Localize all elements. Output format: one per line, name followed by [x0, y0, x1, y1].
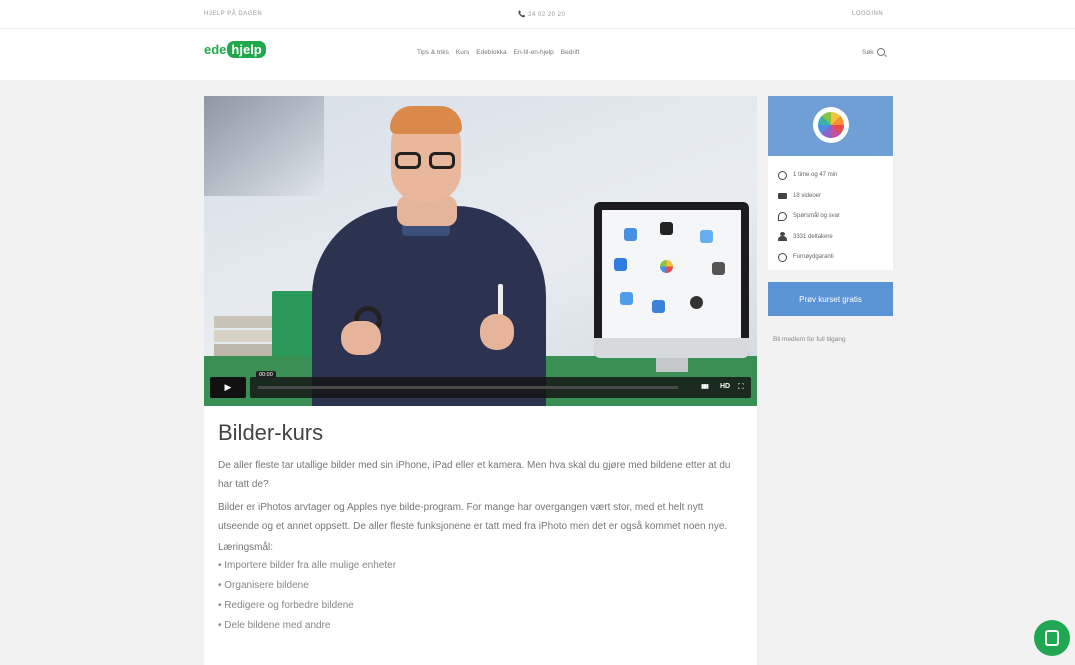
meta-duration-text: 1 time og 47 min — [793, 172, 838, 179]
photos-app-icon — [813, 107, 849, 143]
course-body: Bilder er iPhotos arvtager og Apples nye… — [218, 502, 728, 532]
learning-goal-item: • Dele bildene med andre — [218, 620, 331, 631]
shield-icon — [778, 252, 787, 262]
nav-link-en-til-en[interactable]: En-til-en-hjelp — [514, 49, 554, 56]
course-card-header — [768, 96, 893, 156]
search-button[interactable]: Søk — [862, 48, 885, 56]
course-video-player[interactable]: ▶ 00:00 ▮▮▮ HD ⛶ — [204, 96, 757, 406]
nav-link-kurs[interactable]: Kurs — [456, 49, 469, 56]
search-icon — [876, 48, 885, 56]
try-course-free-button[interactable]: Prøv kurset gratis — [768, 282, 893, 316]
chat-bubble-icon — [1045, 630, 1059, 646]
video-wall-shadow — [204, 96, 324, 196]
imac-monitor — [594, 202, 749, 372]
become-member-link[interactable]: Bli medlem for full tilgang — [773, 336, 846, 343]
phone-number[interactable]: 📞 24 02 20 20 — [518, 11, 565, 18]
video-time: 00:00 — [256, 371, 276, 379]
imac-stand — [656, 358, 688, 372]
meta-participants: 3331 deltakere — [778, 227, 883, 248]
volume-icon[interactable]: ▮▮▮ — [701, 383, 709, 390]
imac-screen — [602, 210, 741, 338]
nav-link-bedrift[interactable]: Bedrift — [561, 49, 580, 56]
nav-links: Tips & triks Kurs Edeblokka En-til-en-hj… — [417, 49, 580, 56]
chat-icon — [778, 211, 787, 221]
video-progress-bar[interactable] — [258, 386, 678, 389]
main-navbar: ede hjelp Tips & triks Kurs Edeblokka En… — [0, 28, 1075, 80]
video-icon — [778, 192, 787, 199]
nav-link-edeblokka[interactable]: Edeblokka — [476, 49, 506, 56]
fullscreen-icon[interactable]: ⛶ — [738, 382, 744, 392]
presenter-glasses — [395, 152, 457, 170]
play-icon: ▶ — [224, 382, 232, 392]
meta-guarantee: Fornøydgaranti — [778, 247, 883, 268]
learning-goal-item: • Importere bilder fra alle mulige enhet… — [218, 560, 397, 571]
presenter-body — [312, 206, 546, 406]
clock-icon — [778, 170, 787, 180]
hd-toggle[interactable]: HD — [720, 383, 730, 390]
presenter-hair — [390, 106, 462, 134]
meta-qa: Spørsmål og svar — [778, 206, 883, 227]
course-description: Bilder-kurs De aller fleste tar utallige… — [204, 406, 757, 665]
photos-petals-icon — [818, 112, 844, 138]
imac-chin — [594, 338, 749, 358]
user-icon — [778, 232, 787, 242]
login-link[interactable]: LOGGINN — [852, 11, 883, 17]
site-logo[interactable]: ede hjelp — [204, 41, 266, 58]
logo-text-ede: ede — [204, 42, 227, 57]
learning-goal-item: • Organisere bildene — [218, 580, 309, 591]
meta-guarantee-text: Fornøydgaranti — [793, 254, 834, 261]
meta-videos-text: 18 videoer — [793, 192, 822, 199]
top-utility-bar: HJELP PÅ DAGEN 📞 24 02 20 20 LOGGINN — [0, 0, 1075, 28]
meta-duration: 1 time og 47 min — [778, 165, 883, 186]
video-controls: ▶ 00:00 ▮▮▮ HD ⛶ — [210, 371, 751, 398]
presenter-right-hand — [480, 314, 514, 350]
chat-widget-button[interactable] — [1034, 620, 1070, 656]
presenter-left-hand — [341, 321, 381, 355]
help-today-link[interactable]: HJELP PÅ DAGEN — [204, 11, 262, 17]
meta-qa-text: Spørsmål og svar — [793, 213, 841, 220]
video-control-bar: 00:00 ▮▮▮ HD ⛶ — [250, 371, 751, 398]
course-meta-list: 1 time og 47 min 18 videoer Spørsmål og … — [768, 156, 893, 268]
play-button[interactable]: ▶ — [210, 377, 246, 398]
course-info-card: 1 time og 47 min 18 videoer Spørsmål og … — [768, 96, 893, 270]
learning-goals-heading: Læringsmål: — [218, 542, 274, 553]
course-intro: De aller fleste tar utallige bilder med … — [218, 460, 731, 490]
search-label: Søk — [862, 48, 874, 56]
logo-text-hjelp: hjelp — [227, 41, 266, 58]
learning-goal-item: • Redigere og forbedre bildene — [218, 600, 354, 611]
nav-link-tips[interactable]: Tips & triks — [417, 49, 449, 56]
meta-participants-text: 3331 deltakere — [793, 233, 833, 240]
meta-videos: 18 videoer — [778, 186, 883, 207]
course-title: Bilder-kurs — [218, 420, 324, 445]
